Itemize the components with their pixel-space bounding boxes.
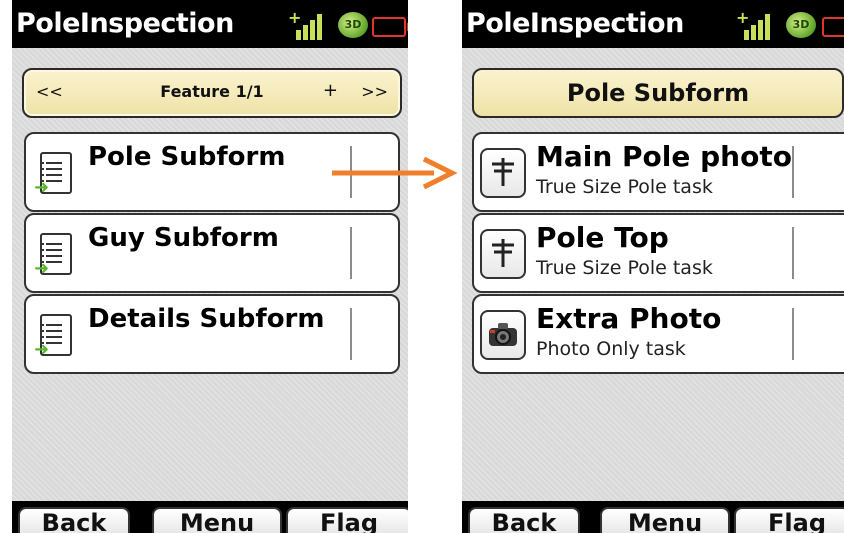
item-divider [792,227,794,279]
arrow-right-icon: ➜ [34,339,50,360]
item-divider [792,146,794,198]
back-button[interactable]: Back [18,507,130,533]
arrow-right-icon: ➜ [34,177,50,198]
item-title: Details Subform [88,304,325,334]
item-subtitle: True Size Pole task [536,176,713,198]
battery-icon [372,17,408,37]
back-button[interactable]: Back [468,507,580,533]
form-icon: ➜ [34,314,72,360]
menu-button[interactable]: Menu [600,507,730,533]
add-feature-button[interactable]: + [323,80,338,101]
item-title: Extra Photo [536,302,722,335]
title-bar: PoleInspection + 3D [462,0,844,48]
3d-badge-icon: 3D [786,12,816,38]
list-item-main-pole-photo[interactable]: Main Pole photo True Size Pole task [472,132,844,212]
screen-pole-subform: PoleInspection + 3D Pole Subform Main Po… [462,0,844,533]
item-divider [350,227,352,279]
3d-badge-icon: 3D [338,12,368,38]
form-icon: ➜ [34,233,72,279]
item-title: Pole Subform [88,142,286,172]
list-item-extra-photo[interactable]: Extra Photo Photo Only task [472,294,844,374]
camera-icon [480,310,526,360]
app-title: PoleInspection [16,8,234,39]
signal-strength-icon: + [288,10,326,40]
title-bar: PoleInspection + 3D [12,0,408,48]
softkey-bar: Back Menu Flag [12,501,408,533]
list-item-guy-subform[interactable]: ➜ Guy Subform [24,213,400,293]
item-title: Main Pole photo [536,140,792,173]
content-area: << Feature 1/1 + >> ➜ Pole Subform ➜ Guy… [12,48,408,501]
pole-icon [480,148,526,198]
menu-button[interactable]: Menu [152,507,282,533]
feature-counter: Feature 1/1 [160,82,264,101]
list-item-details-subform[interactable]: ➜ Details Subform [24,294,400,374]
item-subtitle: True Size Pole task [536,257,713,279]
form-icon: ➜ [34,152,72,198]
subform-header: Pole Subform [472,68,844,118]
item-title: Pole Top [536,221,669,254]
app-title: PoleInspection [466,8,684,39]
flag-button[interactable]: Flag [734,507,844,533]
flow-arrow-icon [332,156,458,190]
content-area: Pole Subform Main Pole photo True Size P… [462,48,844,501]
item-divider [350,308,352,360]
flag-button[interactable]: Flag [286,507,408,533]
softkey-bar: Back Menu Flag [462,501,844,533]
list-item-pole-top[interactable]: Pole Top True Size Pole task [472,213,844,293]
pole-icon [480,229,526,279]
signal-strength-icon: + [736,10,774,40]
item-divider [792,308,794,360]
battery-icon [822,17,844,37]
screen-feature-list: PoleInspection + 3D << Feature 1/1 + >> [12,0,408,533]
feature-navigator: << Feature 1/1 + >> [22,68,402,118]
arrow-right-icon: ➜ [34,258,50,279]
item-subtitle: Photo Only task [536,338,686,360]
item-title: Guy Subform [88,223,279,253]
next-feature-button[interactable]: >> [361,82,388,101]
